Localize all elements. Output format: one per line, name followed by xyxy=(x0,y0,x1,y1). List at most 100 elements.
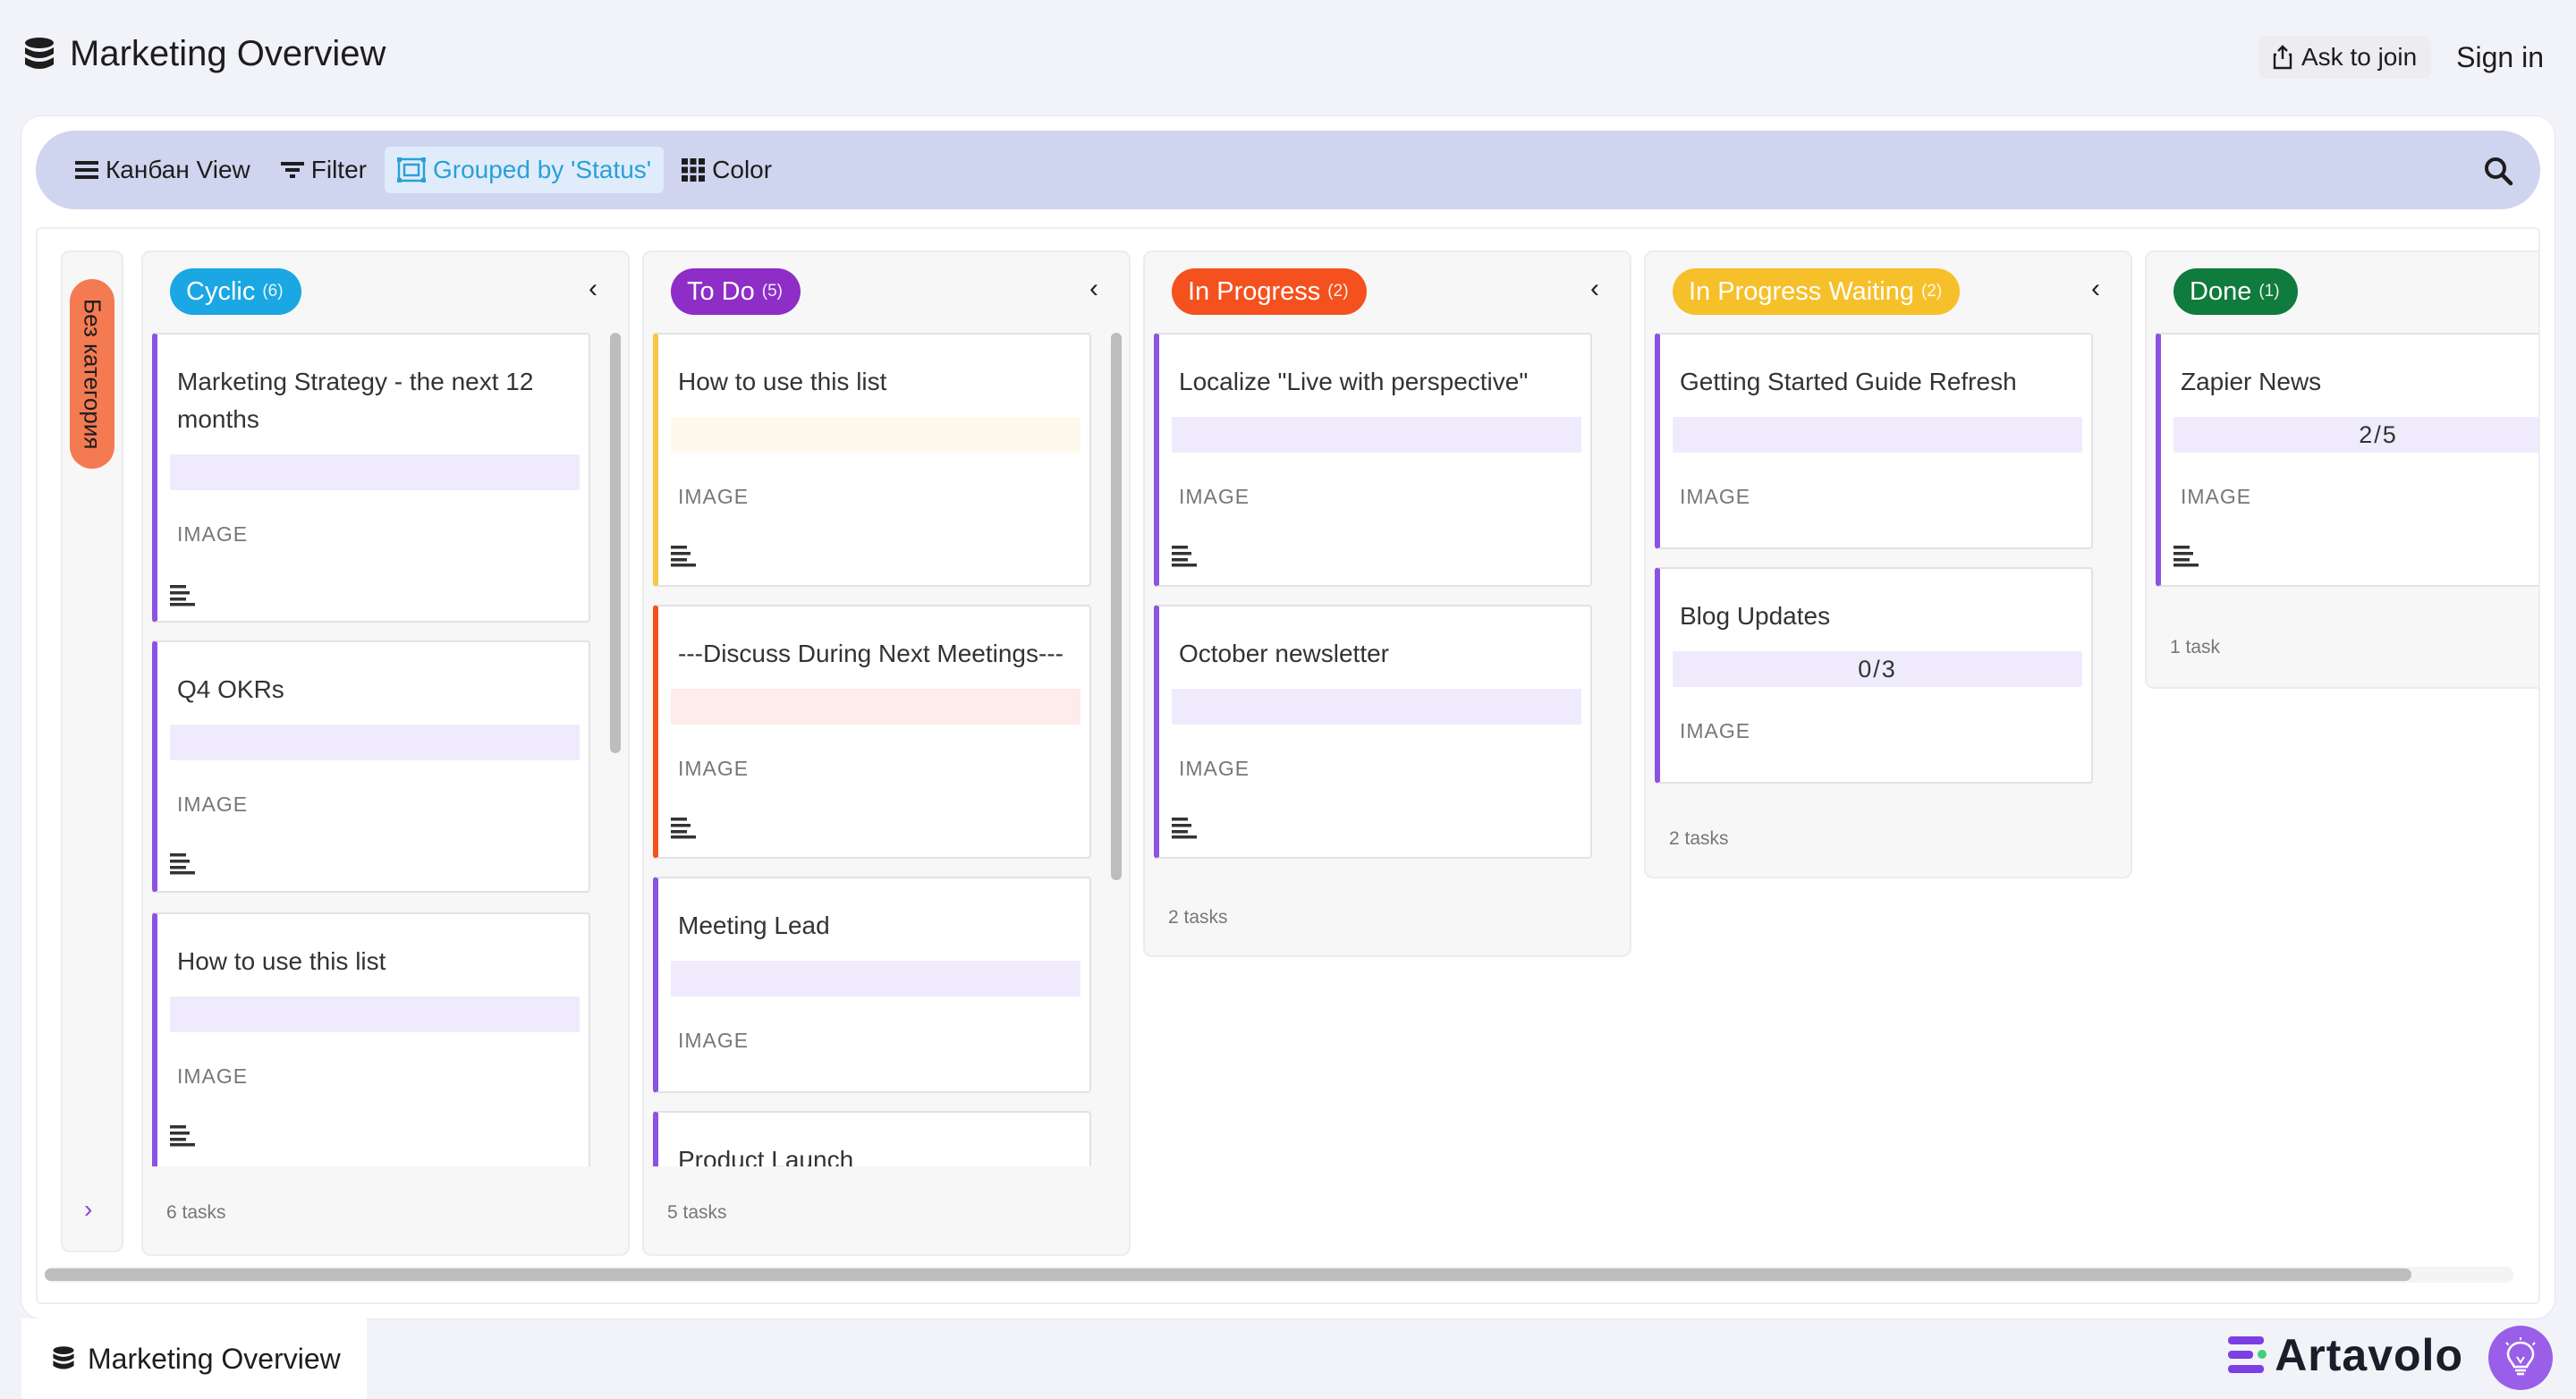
database-icon xyxy=(53,1346,74,1369)
sign-in-link[interactable]: Sign in xyxy=(2456,41,2544,74)
text-lines-icon xyxy=(170,1125,195,1147)
card-title: How to use this list xyxy=(678,368,887,395)
horizontal-scrollbar[interactable] xyxy=(45,1267,2513,1283)
card-image-label: IMAGE xyxy=(678,757,750,780)
status-count: (2) xyxy=(1327,282,1349,301)
column-to-do: To Do (5) ‹ How to use this list IMAGE -… xyxy=(642,250,1131,1256)
kanban-view-label: Канбан View xyxy=(106,156,250,183)
column-header: In Progress Waiting (2) ‹ xyxy=(1646,252,2131,333)
status-count: (2) xyxy=(1920,282,1943,301)
kanban-view-button[interactable]: Канбан View xyxy=(63,147,263,193)
menu-icon xyxy=(75,161,98,179)
status-name: In Progress xyxy=(1188,276,1321,306)
card-image-label: IMAGE xyxy=(177,522,249,546)
card-image-label: IMAGE xyxy=(1179,757,1250,780)
bottom-page-tab[interactable]: Marketing Overview xyxy=(21,1318,367,1399)
top-header: Marketing Overview Ask to join Sign in xyxy=(0,0,2576,114)
text-lines-icon xyxy=(1172,546,1197,567)
color-button[interactable]: Color xyxy=(669,147,784,193)
task-count: 6 tasks xyxy=(166,1202,226,1223)
task-card[interactable]: How to use this list IMAGE xyxy=(653,333,1091,587)
card-image-label: IMAGE xyxy=(177,1064,249,1088)
card-title: Marketing Strategy - the next 12 months xyxy=(177,368,534,433)
card-progress-bar: 0/3 xyxy=(1673,651,2082,687)
status-badge[interactable]: In Progress (2) xyxy=(1172,268,1367,315)
ask-to-join-button[interactable]: Ask to join xyxy=(2258,36,2432,79)
status-count: (6) xyxy=(262,282,284,301)
column-body: How to use this list IMAGE ---Discuss Du… xyxy=(644,333,1129,1166)
status-name: Done xyxy=(2190,276,2252,306)
share-icon xyxy=(2273,45,2292,70)
card-title: Blog Updates xyxy=(1680,602,1831,630)
column-body: Marketing Strategy - the next 12 months … xyxy=(143,333,628,1166)
card-title: Zapier News xyxy=(2181,368,2322,395)
task-card[interactable]: ---Discuss During Next Meetings--- IMAGE xyxy=(653,605,1091,859)
text-lines-icon xyxy=(1172,818,1197,839)
column-scrollbar[interactable] xyxy=(1111,333,1122,880)
task-card[interactable]: Marketing Strategy - the next 12 months … xyxy=(152,333,590,623)
status-count: (5) xyxy=(761,282,783,301)
task-card[interactable]: Blog Updates 0/3 IMAGE xyxy=(1655,567,2093,784)
horizontal-scrollbar-thumb[interactable] xyxy=(45,1268,2411,1281)
filter-icon xyxy=(280,162,304,178)
color-label: Color xyxy=(712,156,773,183)
card-progress-bar xyxy=(170,996,580,1032)
card-progress-bar: 2/5 xyxy=(2174,417,2538,453)
card-image-label: IMAGE xyxy=(678,1029,750,1052)
column-header: Done (1) xyxy=(2147,252,2538,333)
column-scrollbar[interactable] xyxy=(610,333,621,753)
card-progress-bar xyxy=(1172,689,1581,725)
column-in-progress: In Progress (2) ‹ Localize "Live with pe… xyxy=(1143,250,1631,957)
ask-to-join-label: Ask to join xyxy=(2301,43,2418,71)
bottom-tab-title: Marketing Overview xyxy=(88,1342,341,1375)
status-badge[interactable]: Cyclic (6) xyxy=(170,268,301,315)
card-title: How to use this list xyxy=(177,947,386,975)
search-icon[interactable] xyxy=(2483,156,2513,186)
top-actions: Ask to join Sign in xyxy=(2258,36,2544,79)
card-image-label: IMAGE xyxy=(1680,485,1751,508)
expand-chevron-icon[interactable]: › xyxy=(84,1195,92,1224)
page-title: Marketing Overview xyxy=(70,34,386,73)
task-card[interactable]: Zapier News 2/5 IMAGE xyxy=(2156,333,2538,587)
status-count: (1) xyxy=(2258,282,2280,301)
task-card[interactable]: Product Launch xyxy=(653,1111,1091,1166)
card-progress-bar xyxy=(1673,417,2082,453)
task-count: 5 tasks xyxy=(667,1202,727,1223)
lightbulb-button[interactable] xyxy=(2488,1326,2553,1390)
column-header: To Do (5) ‹ xyxy=(644,252,1129,333)
card-title: October newsletter xyxy=(1179,640,1389,667)
task-count: 2 tasks xyxy=(1669,828,1729,849)
column-in-progress-waiting: In Progress Waiting (2) ‹ Getting Starte… xyxy=(1644,250,2132,878)
task-card[interactable]: Getting Started Guide Refresh IMAGE xyxy=(1655,333,2093,549)
collapse-chevron-icon[interactable]: ‹ xyxy=(1089,274,1098,304)
column-cyclic: Cyclic (6) ‹ Marketing Strategy - the ne… xyxy=(141,250,630,1256)
collapse-chevron-icon[interactable]: ‹ xyxy=(2091,274,2100,304)
uncategorized-label: Без категория xyxy=(79,298,106,450)
text-lines-icon xyxy=(170,853,195,875)
card-title: Meeting Lead xyxy=(678,911,830,939)
filter-button[interactable]: Filter xyxy=(268,147,379,193)
brand-logo[interactable]: Artavolo xyxy=(2228,1329,2463,1381)
card-image-label: IMAGE xyxy=(1680,719,1751,742)
card-title: Getting Started Guide Refresh xyxy=(1680,368,2017,395)
task-card[interactable]: Localize "Live with perspective" IMAGE xyxy=(1154,333,1592,587)
task-card[interactable]: How to use this list IMAGE xyxy=(152,912,590,1166)
collapse-chevron-icon[interactable]: ‹ xyxy=(589,274,597,304)
kanban-board: Без категория › Cyclic (6) ‹ Marketing S… xyxy=(36,227,2540,1304)
task-card[interactable]: Q4 OKRs IMAGE xyxy=(152,640,590,893)
card-progress-bar xyxy=(170,725,580,760)
task-card[interactable]: Meeting Lead IMAGE xyxy=(653,877,1091,1093)
column-done: Done (1) Zapier News 2/5 IMAGE 1 task xyxy=(2145,250,2538,689)
view-toolbar: Канбан View Filter Grouped by 'Status' C… xyxy=(36,131,2540,209)
grouped-by-button[interactable]: Grouped by 'Status' xyxy=(384,147,665,193)
column-header: Cyclic (6) ‹ xyxy=(143,252,628,333)
collapse-chevron-icon[interactable]: ‹ xyxy=(1590,274,1599,304)
column-header: In Progress (2) ‹ xyxy=(1145,252,1630,333)
grouped-by-label: Grouped by 'Status' xyxy=(432,156,652,183)
uncategorized-column[interactable]: Без категория › xyxy=(61,250,123,1252)
status-badge[interactable]: Done (1) xyxy=(2174,268,2298,315)
task-card[interactable]: October newsletter IMAGE xyxy=(1154,605,1592,859)
status-badge[interactable]: To Do (5) xyxy=(671,268,801,315)
group-icon xyxy=(396,157,426,182)
status-badge[interactable]: In Progress Waiting (2) xyxy=(1673,268,1961,315)
